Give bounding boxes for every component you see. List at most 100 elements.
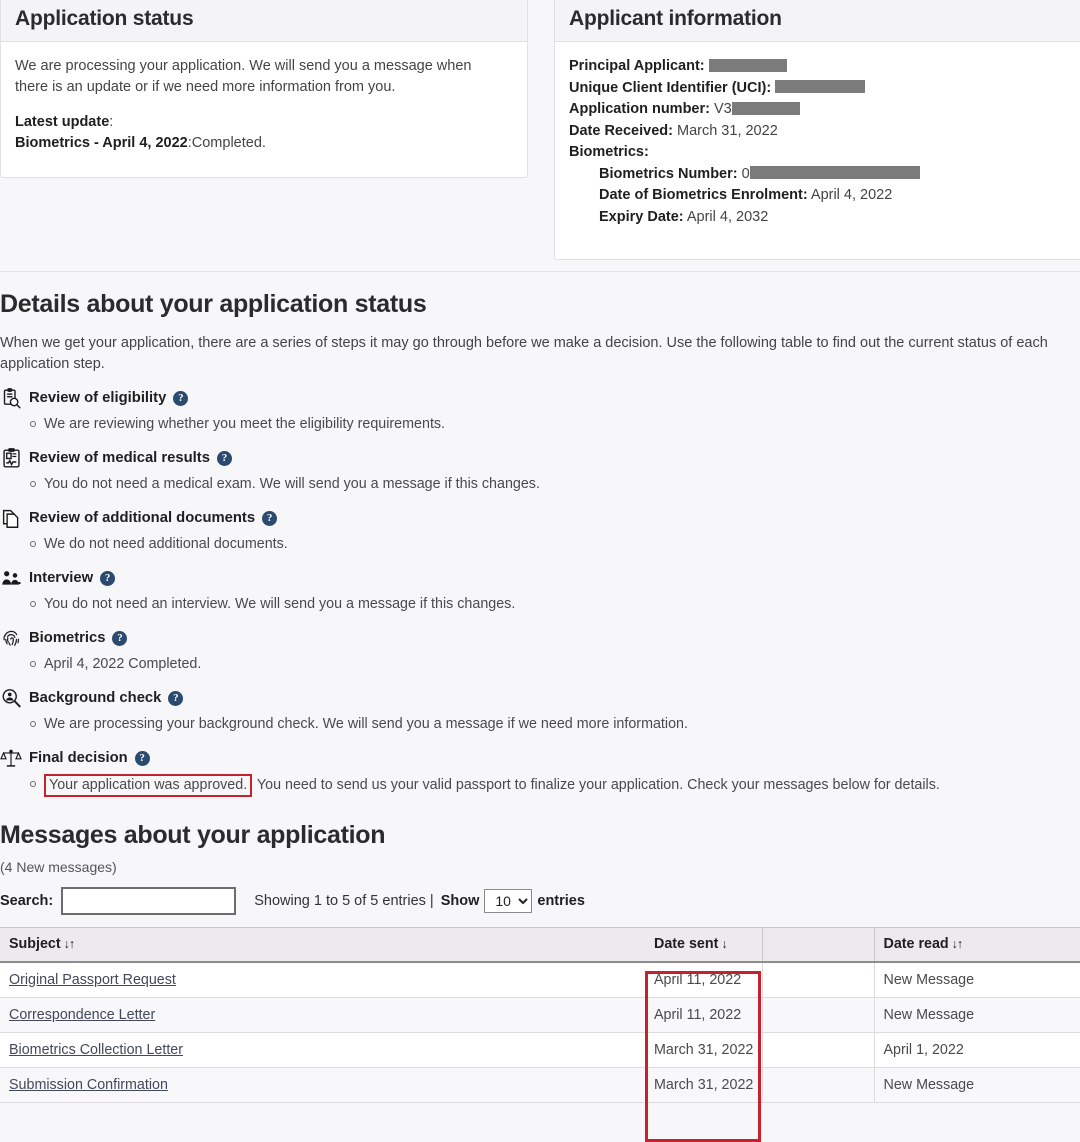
entries-label: entries — [537, 893, 585, 909]
bullet-marker — [30, 781, 36, 787]
spacer-cell — [761, 997, 875, 1033]
application-step-title: Review of eligibility — [29, 390, 167, 406]
application-step-title: Biometrics — [29, 630, 106, 646]
applicant-info-label: Expiry Date: — [599, 208, 684, 225]
redacted-value — [775, 80, 866, 94]
help-icon[interactable]: ? — [216, 450, 232, 466]
help-icon[interactable]: ? — [134, 750, 150, 766]
help-icon[interactable]: ? — [112, 630, 128, 646]
message-subject-cell: Biometrics Collection Letter — [0, 1032, 645, 1068]
column-header-label: Date read — [883, 936, 949, 953]
latest-update-key: Biometrics - April 4, 2022 — [15, 135, 188, 151]
application-step: Interview? You do not need an interview. … — [0, 565, 1080, 615]
bullet-marker — [30, 481, 36, 487]
message-subject-link[interactable]: Correspondence Letter — [9, 1007, 155, 1023]
interview-people-icon — [0, 567, 22, 589]
application-status-body: We are processing your application. We w… — [1, 42, 527, 170]
message-subject-link[interactable]: Submission Confirmation — [9, 1077, 168, 1093]
application-step-detail: You do not need a medical exam. We will … — [30, 474, 1080, 495]
redacted-value — [731, 101, 800, 115]
table-row: Original Passport Request April 11, 2022 N… — [0, 961, 1080, 998]
application-step-header: Background check? — [0, 685, 1080, 711]
application-status-title: Application status — [15, 7, 194, 30]
application-step-detail-text: You do not need a medical exam. We will … — [44, 476, 540, 492]
applicant-info-row: Biometrics: — [569, 142, 1079, 164]
application-step-detail: We are reviewing whether you meet the el… — [30, 414, 1080, 435]
background-check-icon — [0, 687, 22, 709]
applicant-info-row: Date of Biometrics Enrolment: April 4, 2… — [569, 185, 1079, 207]
date-read-cell: April 1, 2022 — [874, 1032, 1080, 1068]
applicant-info-label: Biometrics: — [569, 144, 649, 160]
date-read-cell: New Message — [874, 961, 1080, 998]
applicant-information-header: Applicant information — [555, 0, 1080, 42]
application-step-detail-text: We are reviewing whether you meet the el… — [44, 416, 446, 432]
application-step-header: Final decision? — [0, 745, 1080, 771]
application-step: Final decision? Your application was appr… — [0, 745, 1080, 797]
application-step-detail: Your application was approved. You need … — [30, 774, 1080, 797]
help-icon[interactable]: ? — [100, 570, 116, 586]
column-header-label: Subject — [9, 936, 61, 953]
application-step-header: Interview? — [0, 565, 1080, 591]
applicant-info-value: V3 — [709, 101, 732, 117]
application-step-title: Final decision — [29, 750, 128, 766]
approved-highlight: Your application was approved. — [44, 774, 253, 797]
message-subject-cell: Submission Confirmation — [0, 1067, 645, 1103]
messages-table: Subject ↓↑ Date sent ↓ Date read ↓↑ Original … — [0, 927, 1080, 1103]
application-step: Biometrics? April 4, 2022 Completed. — [0, 625, 1080, 675]
applicant-info-value: 0 — [737, 165, 750, 182]
column-header-date-sent[interactable]: Date sent ↓ — [645, 927, 762, 963]
messages-table-header-row: Subject ↓↑ Date sent ↓ Date read ↓↑ — [0, 927, 1080, 963]
date-read-cell: New Message — [874, 997, 1080, 1033]
date-sent-cell: March 31, 2022 — [645, 1032, 762, 1068]
help-icon[interactable]: ? — [173, 390, 189, 406]
messages-table-head: Subject ↓↑ Date sent ↓ Date read ↓↑ — [0, 927, 1080, 963]
application-step: Review of eligibility? We are reviewing w… — [0, 385, 1080, 435]
application-step-detail-text: We are processing your background check.… — [44, 716, 688, 732]
help-icon[interactable]: ? — [262, 510, 278, 526]
message-subject-link[interactable]: Biometrics Collection Letter — [9, 1042, 183, 1058]
application-step: Review of medical results? You do not nee… — [0, 445, 1080, 495]
application-status-page: Application status We are processing you… — [0, 0, 1080, 1142]
messages-title: Messages about your application — [0, 821, 386, 849]
details-section: Details about your application status Wh… — [0, 272, 1080, 797]
application-step-header: Biometrics? — [0, 625, 1080, 651]
application-step-detail: We are processing your background check.… — [30, 714, 1080, 735]
help-icon[interactable]: ? — [168, 690, 184, 706]
column-header-date-read[interactable]: Date read ↓↑ — [874, 927, 1080, 963]
date-read-cell: New Message — [874, 1067, 1080, 1103]
date-sent-cell: April 11, 2022 — [645, 961, 762, 998]
bullet-marker — [30, 721, 36, 727]
show-label: Show — [440, 893, 480, 909]
medical-clipboard-icon — [0, 447, 22, 469]
application-step-detail-text: You do not need an interview. We will se… — [44, 596, 516, 612]
applicant-info-label: Unique Client Identifier (UCI): — [569, 79, 772, 96]
column-header-subject[interactable]: Subject ↓↑ — [0, 927, 645, 963]
applicant-info-label: Principal Applicant: — [569, 58, 705, 74]
showing-entries-text: Showing 1 to 5 of 5 entries | — [254, 893, 434, 909]
sort-both-icon[interactable]: ↓↑ — [64, 937, 75, 951]
spacer-cell — [761, 961, 875, 998]
table-controls: Search: Showing 1 to 5 of 5 entries | Sh… — [0, 887, 1080, 915]
top-panels: Application status We are processing you… — [0, 0, 1080, 272]
application-step-header: Review of additional documents? — [0, 505, 1080, 531]
applicant-info-row: Application number: V3 — [569, 99, 1079, 121]
applicant-information-panel: Applicant information Principal Applican… — [554, 0, 1080, 260]
latest-update-value: :Completed. — [187, 135, 266, 151]
sort-both-icon[interactable]: ↓↑ — [952, 937, 963, 951]
application-step-detail: You do not need an interview. We will se… — [30, 594, 1080, 615]
application-status-panel: Application status We are processing you… — [0, 0, 528, 178]
application-status-text: We are processing your application. We w… — [15, 58, 472, 95]
message-subject-cell: Correspondence Letter — [0, 997, 645, 1033]
date-sent-cell: April 11, 2022 — [645, 997, 762, 1033]
sort-desc-icon[interactable]: ↓ — [721, 937, 727, 951]
search-input[interactable] — [61, 887, 237, 915]
message-subject-link[interactable]: Original Passport Request — [9, 972, 176, 988]
latest-update-label: Latest update — [15, 114, 110, 130]
application-step-detail: April 4, 2022 Completed. — [30, 654, 1080, 675]
application-step-header: Review of medical results? — [0, 445, 1080, 471]
spacer-cell — [761, 1067, 875, 1103]
applicant-info-label: Date of Biometrics Enrolment: — [599, 187, 808, 203]
documents-icon — [0, 507, 22, 529]
message-subject-cell: Original Passport Request — [0, 961, 645, 998]
entries-per-page-select[interactable]: 10 — [484, 889, 533, 913]
